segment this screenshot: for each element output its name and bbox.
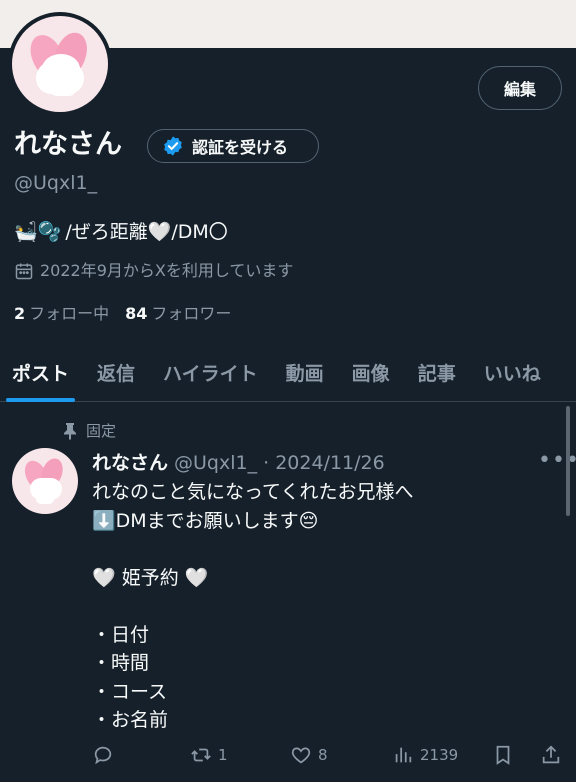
bookmark-icon xyxy=(496,745,510,765)
tab-articles[interactable]: 記事 xyxy=(418,344,456,402)
profile-name: れなさん xyxy=(14,129,122,160)
post-line: ・時間 xyxy=(92,652,150,674)
tab-highlights[interactable]: ハイライト xyxy=(163,344,258,402)
tab-replies[interactable]: 返信 xyxy=(97,344,135,402)
share-button[interactable] xyxy=(540,744,562,766)
post-line xyxy=(92,535,562,564)
repost-count: 1 xyxy=(218,746,228,764)
post-line: 🤍 姫予約 🤍 xyxy=(92,566,209,589)
calendar-icon xyxy=(15,263,33,280)
tab-photos[interactable]: 画像 xyxy=(352,344,390,402)
pin-icon xyxy=(64,422,76,440)
get-verified-button[interactable]: 認証を受ける xyxy=(147,129,319,163)
followers-link[interactable]: 84 フォロワー xyxy=(125,302,231,326)
join-date-text: 2022年9月からXを利用しています xyxy=(40,261,294,280)
get-verified-label: 認証を受ける xyxy=(192,138,289,157)
repost-icon xyxy=(191,748,211,762)
more-options-icon[interactable]: ••• xyxy=(538,448,576,473)
repost-button[interactable]: 1 xyxy=(190,744,228,766)
following-count: 2 xyxy=(14,304,26,323)
following-label: フォロー中 xyxy=(29,304,110,323)
like-count: 8 xyxy=(318,746,328,764)
post-author-meta[interactable]: @Uqxl1_ · 2024/11/26 xyxy=(174,450,385,476)
followers-count: 84 xyxy=(125,304,148,323)
pinned-label: 固定 xyxy=(86,422,117,440)
tab-videos[interactable]: 動画 xyxy=(286,344,324,402)
views-count: 2139 xyxy=(420,746,459,764)
share-icon xyxy=(542,745,560,764)
pinned-indicator: 固定 xyxy=(62,420,116,441)
post-line: ・お名前 xyxy=(92,709,169,731)
reply-icon xyxy=(94,746,112,765)
tab-likes[interactable]: いいね xyxy=(484,344,541,402)
following-link[interactable]: 2 フォロー中 xyxy=(14,302,109,326)
profile-avatar[interactable] xyxy=(8,12,112,116)
like-button[interactable]: 8 xyxy=(290,744,328,766)
post-actions: 1 8 2139 xyxy=(0,740,576,774)
bookmark-button[interactable] xyxy=(492,744,514,766)
follow-stats: 2 フォロー中 84 フォロワー xyxy=(14,302,231,326)
post-text: れなのこと気になってくれたお兄様へ ⬇️DMまでお願いします😔 🤍 姫予約 🤍 … xyxy=(92,478,562,735)
heart-icon xyxy=(291,747,311,764)
profile-bio: 🛀🫧 /ぜろ距離🤍/DM〇 xyxy=(14,218,228,246)
views-icon xyxy=(395,747,412,763)
post-line: ・日付 xyxy=(92,623,150,646)
scrollbar[interactable] xyxy=(566,406,570,516)
post-header: れなさん @Uqxl1_ · 2024/11/26 xyxy=(92,450,385,476)
bio-emojis: 🛀🫧 xyxy=(14,221,62,243)
edit-profile-button[interactable]: 編集 xyxy=(478,66,562,110)
profile-tabs: ポスト 返信 ハイライト 動画 画像 記事 いいね xyxy=(0,344,576,402)
tab-posts[interactable]: ポスト xyxy=(5,344,76,402)
post-line: ⬇️DMまでお願いします😔 xyxy=(92,509,319,532)
reply-button[interactable] xyxy=(92,744,114,766)
views-button[interactable]: 2139 xyxy=(392,744,458,766)
post-line xyxy=(92,592,562,621)
post-author-name[interactable]: れなさん xyxy=(92,450,168,476)
profile-handle: @Uqxl1_ xyxy=(14,172,98,194)
post-line: ・コース xyxy=(92,680,168,703)
join-date: 2022年9月からXを利用しています xyxy=(14,258,293,284)
followers-label: フォロワー xyxy=(151,304,232,323)
post-line: れなのこと気になってくれたお兄様へ xyxy=(92,481,414,503)
bio-text: /ぜろ距離🤍/DM〇 xyxy=(65,221,228,243)
post-author-avatar[interactable] xyxy=(12,448,78,514)
verified-badge-icon xyxy=(164,136,182,156)
